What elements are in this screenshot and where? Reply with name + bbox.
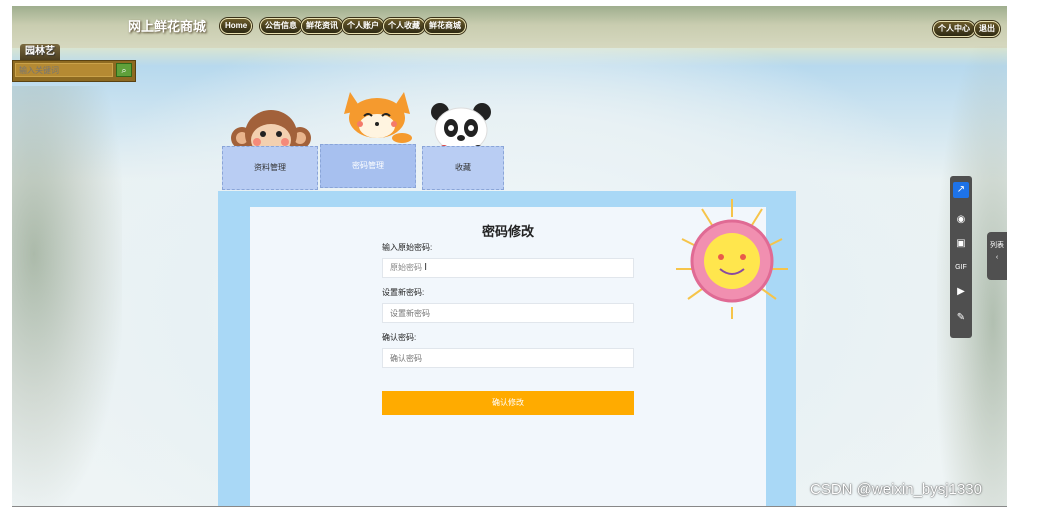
divider xyxy=(12,506,1007,507)
side-tab-label: 列表 xyxy=(990,242,1004,249)
nav-favorites[interactable]: 个人收藏 xyxy=(383,18,425,34)
tab-password[interactable]: 密码管理 xyxy=(320,144,416,188)
old-password-label: 输入原始密码: xyxy=(382,243,433,252)
old-password-value: 原始密码 xyxy=(390,263,422,272)
screenshot-icon[interactable]: ▣ xyxy=(953,236,969,252)
tab-profile[interactable]: 资料管理 xyxy=(222,146,318,190)
confirm-password-input[interactable] xyxy=(382,348,634,368)
tab-favorites[interactable]: 收藏 xyxy=(422,146,504,190)
chevron-left-icon: ‹ xyxy=(995,254,999,261)
text-cursor-icon: I xyxy=(424,262,428,273)
nav-account[interactable]: 个人账户 xyxy=(342,18,384,34)
search-button[interactable]: ⌕ xyxy=(116,63,132,77)
gif-icon[interactable]: GIF xyxy=(953,260,969,276)
floating-toolbar: ↗ ◉ ▣ GIF ▶ ✎ xyxy=(950,176,972,338)
record-icon[interactable]: ▶ xyxy=(953,284,969,300)
nav-shop[interactable]: 鲜花商城 xyxy=(424,18,466,34)
new-password-label: 设置新密码: xyxy=(382,288,425,297)
pen-icon[interactable]: ✎ xyxy=(953,310,969,326)
page-background: 网上鲜花商城 Home 公告信息 鲜花资讯 个人账户 个人收藏 鲜花商城 个人中… xyxy=(12,6,1007,506)
old-password-input[interactable]: 原始密码 I xyxy=(382,258,634,278)
nav-home[interactable]: Home xyxy=(220,18,253,34)
new-password-input[interactable] xyxy=(382,303,634,323)
nav-notices[interactable]: 公告信息 xyxy=(260,18,302,34)
side-list-tab[interactable]: 列表 ‹ xyxy=(987,232,1007,280)
user-center-button[interactable]: 个人中心 xyxy=(933,21,975,37)
share-icon[interactable]: ↗ xyxy=(953,182,969,198)
fox-icon xyxy=(344,92,412,143)
watermark: CSDN @weixin_bysj1330 xyxy=(810,481,982,498)
confirm-password-label: 确认密码: xyxy=(382,333,417,342)
nav-news[interactable]: 鲜花资讯 xyxy=(301,18,343,34)
header-bar: 网上鲜花商城 Home 公告信息 鲜花资讯 个人账户 个人收藏 鲜花商城 个人中… xyxy=(12,6,1007,48)
logout-button[interactable]: 退出 xyxy=(974,21,1000,37)
camera-icon[interactable]: ◉ xyxy=(953,212,969,228)
submit-button[interactable]: 确认修改 xyxy=(382,391,634,415)
sun-decoration-icon xyxy=(676,199,788,319)
decorative-tree-left xyxy=(12,86,122,506)
search-box: ⌕ xyxy=(12,60,136,82)
search-label: 园林艺 xyxy=(20,44,60,60)
site-title: 网上鲜花商城 xyxy=(128,19,207,34)
search-input[interactable] xyxy=(15,63,113,77)
search-icon: ⌕ xyxy=(121,65,127,75)
